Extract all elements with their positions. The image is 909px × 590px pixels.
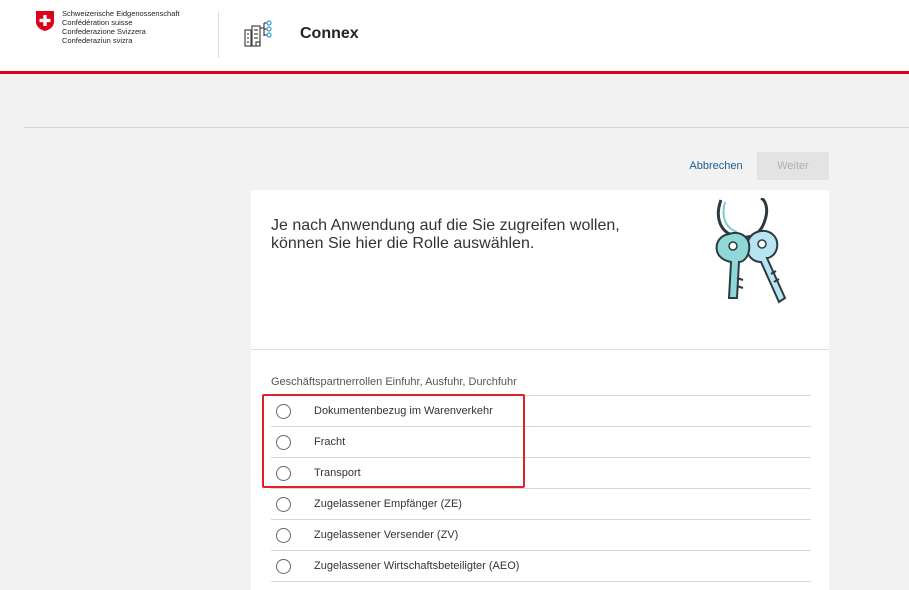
swiss-cross-icon — [36, 11, 54, 31]
role-label: Fracht — [314, 436, 346, 448]
radio-unchecked-icon[interactable] — [276, 465, 291, 481]
header: Schweizerische Eidgenossenschaft Confédé… — [0, 0, 909, 74]
role-list: Dokumentenbezug im Warenverkehr Fracht T… — [271, 395, 811, 582]
role-option-zugelassener-empfaenger[interactable]: Zugelassener Empfänger (ZE) — [271, 489, 811, 520]
role-label: Zugelassener Versender (ZV) — [314, 529, 459, 541]
role-option-dokumentenbezug[interactable]: Dokumentenbezug im Warenverkehr — [271, 396, 811, 427]
gov-line-de: Schweizerische Eidgenossenschaft — [62, 9, 180, 18]
gov-line-it: Confederazione Svizzera — [62, 27, 146, 36]
government-name: Schweizerische Eidgenossenschaft Confédé… — [62, 9, 180, 45]
role-label: Zugelassener Empfänger (ZE) — [314, 498, 462, 510]
content-divider — [24, 127, 909, 128]
role-option-zugelassener-versender[interactable]: Zugelassener Versender (ZV) — [271, 520, 811, 551]
radio-unchecked-icon[interactable] — [276, 434, 291, 450]
role-label: Zugelassener Wirtschaftsbeteiligter (AEO… — [314, 560, 520, 572]
role-label: Transport — [314, 467, 361, 479]
radio-unchecked-icon[interactable] — [276, 403, 291, 419]
role-option-transport[interactable]: Transport — [271, 458, 811, 489]
gov-line-rm: Confederaziun svizra — [62, 36, 133, 45]
role-selection-card: Je nach Anwendung auf die Sie zugreifen … — [251, 190, 829, 590]
card-divider — [251, 349, 829, 350]
radio-unchecked-icon[interactable] — [276, 558, 291, 574]
cancel-button[interactable]: Abbrechen — [680, 152, 752, 180]
role-label: Dokumentenbezug im Warenverkehr — [314, 405, 493, 417]
intro-text: Je nach Anwendung auf die Sie zugreifen … — [271, 217, 620, 252]
role-option-aeo[interactable]: Zugelassener Wirtschaftsbeteiligter (AEO… — [271, 551, 811, 582]
section-title: Geschäftspartnerrollen Einfuhr, Ausfuhr,… — [271, 376, 517, 388]
gov-line-fr: Confédération suisse — [62, 18, 133, 27]
keys-icon — [715, 198, 787, 304]
next-button[interactable]: Weiter — [757, 152, 829, 180]
role-option-fracht[interactable]: Fracht — [271, 427, 811, 458]
header-divider — [218, 12, 219, 58]
radio-unchecked-icon[interactable] — [276, 527, 291, 543]
radio-unchecked-icon[interactable] — [276, 496, 291, 512]
connex-app-icon — [244, 20, 272, 47]
app-title: Connex — [300, 25, 359, 42]
